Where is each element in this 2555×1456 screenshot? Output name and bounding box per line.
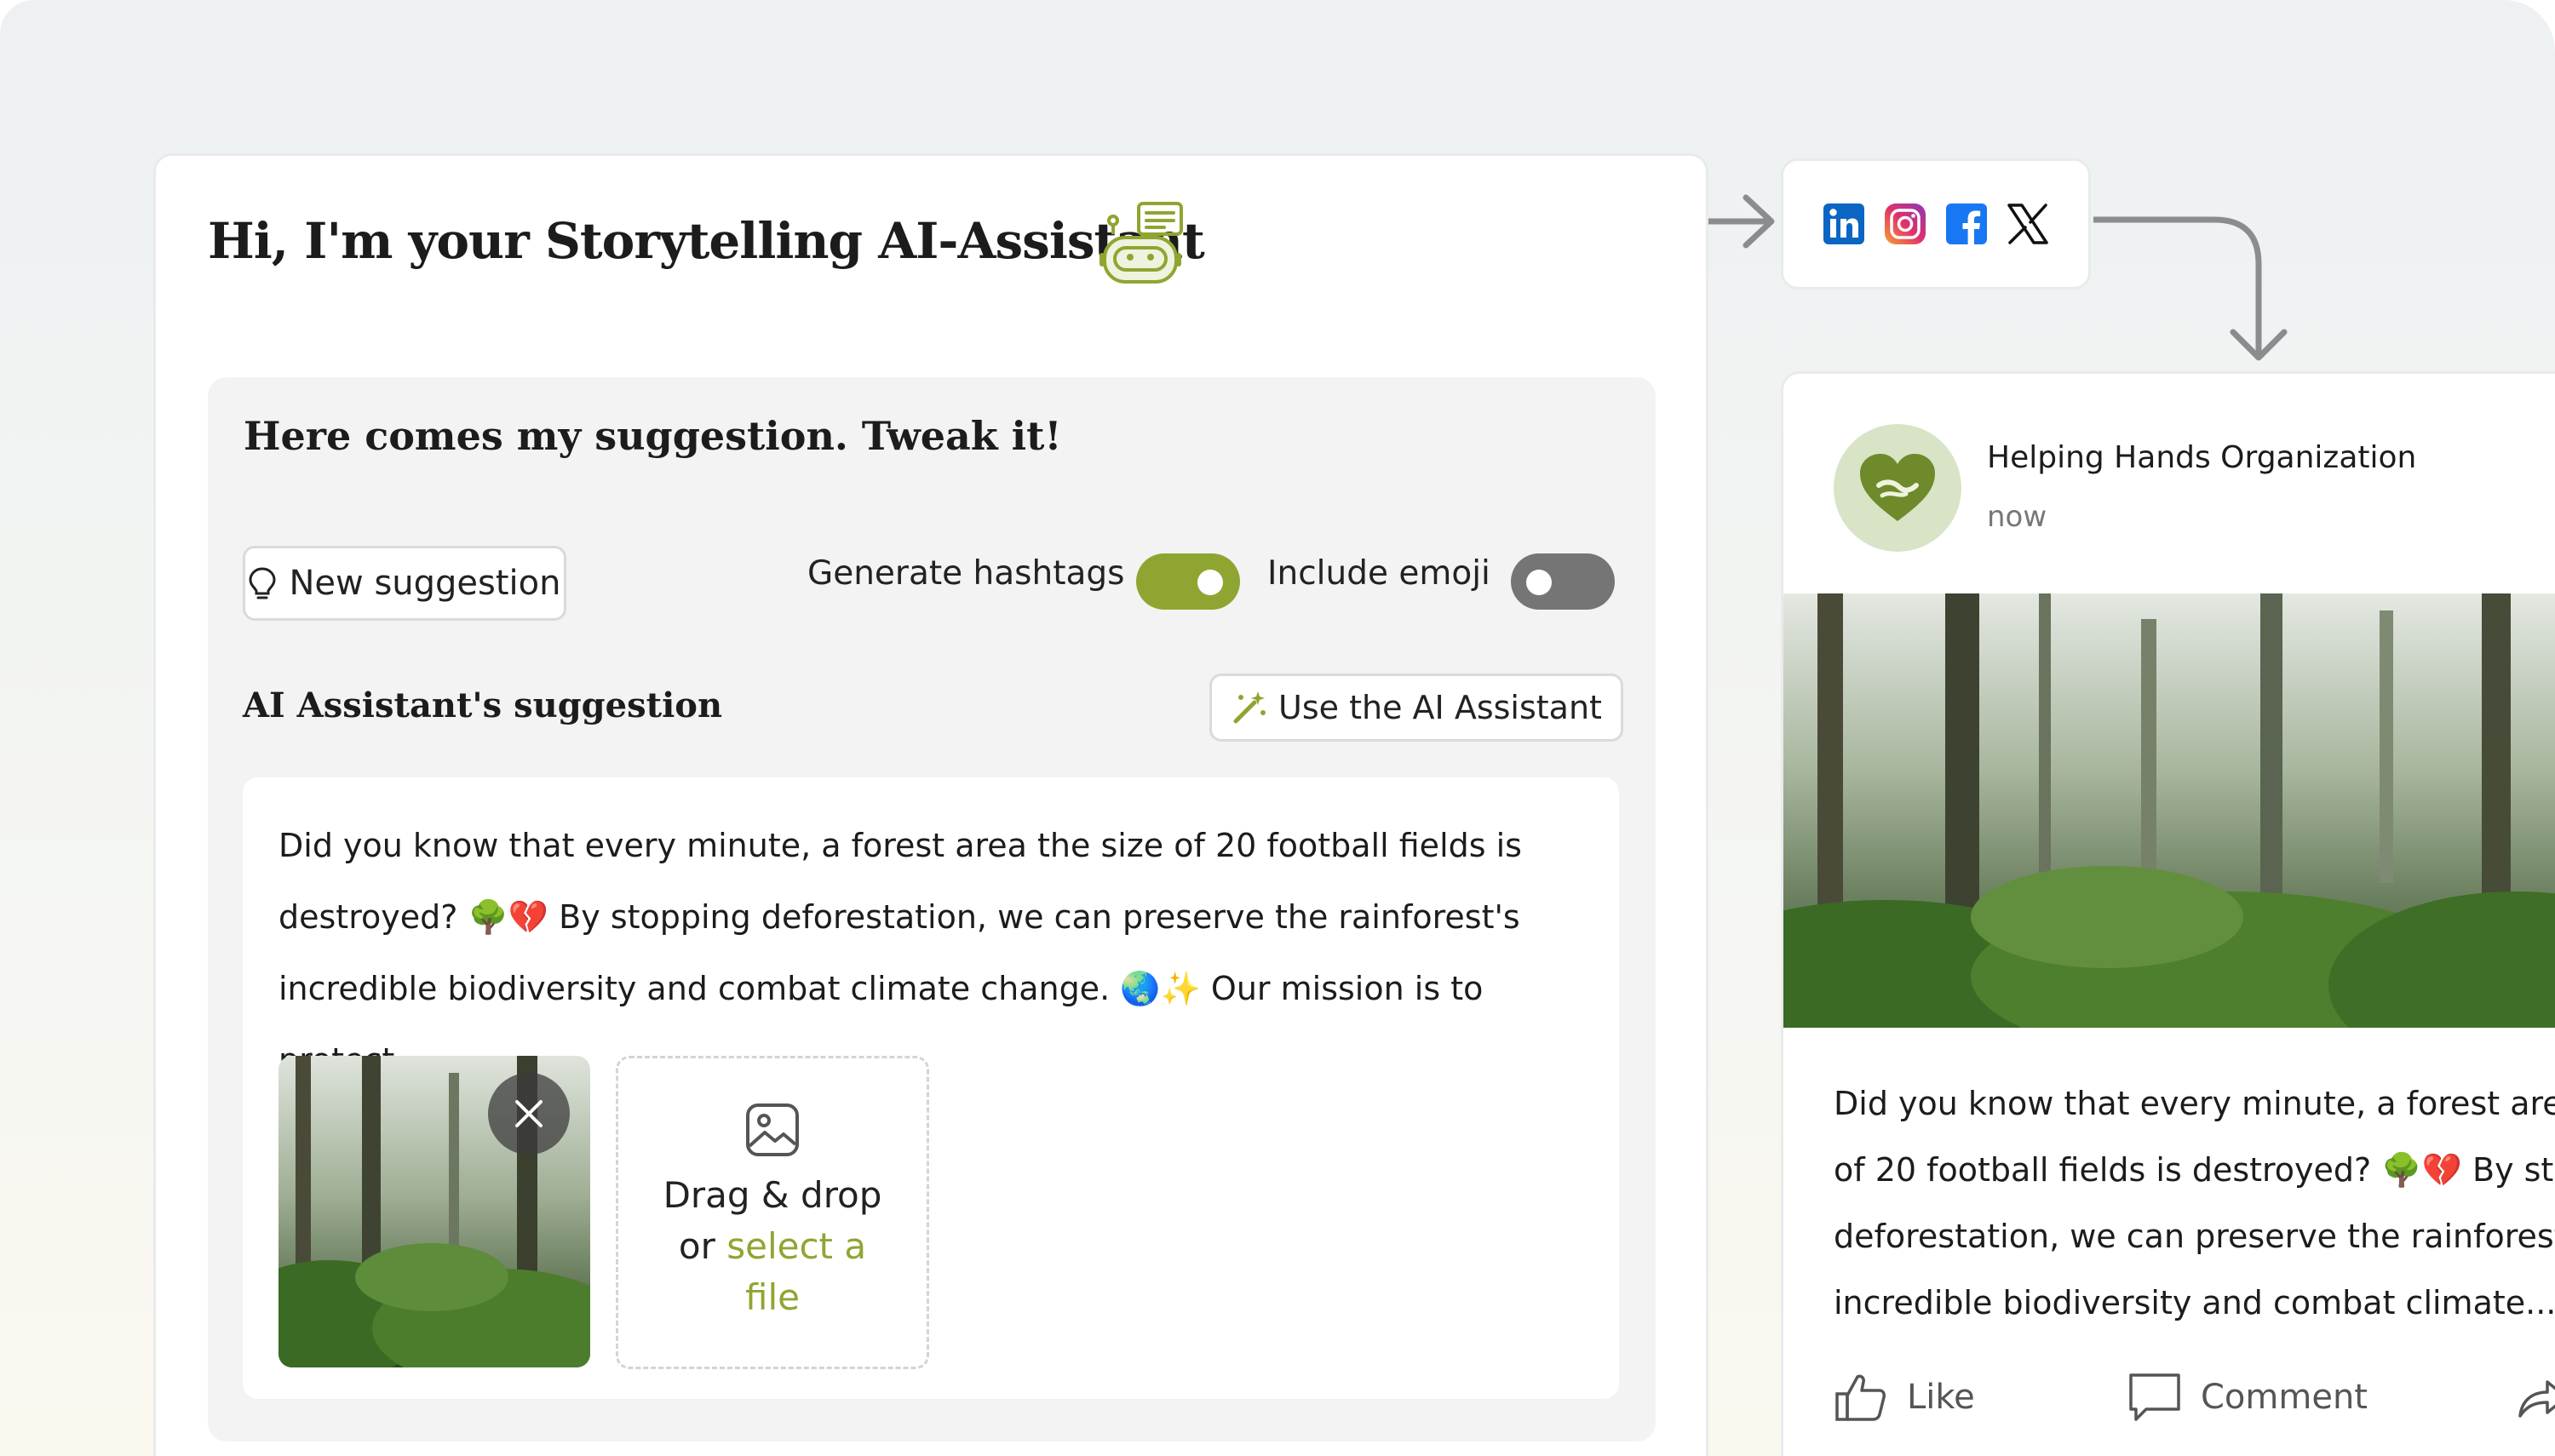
social-network-selector [1781, 158, 2091, 289]
generate-hashtags-label: Generate hashtags [807, 554, 1125, 593]
linkedin-icon[interactable] [1822, 202, 1866, 246]
include-emoji-toggle[interactable] [1511, 553, 1615, 610]
select-file-link[interactable]: select a file [726, 1225, 866, 1318]
post-text-line: deforestation, we can preserve the rainf… [1834, 1218, 2555, 1255]
helping-hands-heart-logo [1860, 454, 1935, 521]
thumbs-up-icon [1835, 1374, 1886, 1421]
generate-hashtags-toggle[interactable] [1136, 553, 1240, 610]
canvas: Hi, I'm your Storytelling AI-Assistant H… [0, 0, 2555, 1456]
close-icon [515, 1100, 543, 1127]
share-button[interactable] [2515, 1370, 2555, 1424]
organization-avatar [1834, 424, 1961, 552]
magic-wand-icon [1233, 691, 1266, 724]
comment-label: Comment [2201, 1378, 2368, 1417]
remove-image-button[interactable] [488, 1073, 570, 1155]
facebook-icon[interactable] [1944, 202, 1989, 246]
comment-button[interactable]: Comment [2127, 1370, 2368, 1424]
like-button[interactable]: Like [1834, 1370, 1975, 1424]
organization-name: Helping Hands Organization [1987, 440, 2417, 475]
image-dropzone[interactable]: Drag & drop or select a file [616, 1056, 929, 1369]
post-text-line: incredible biodiversity and combat clima… [1834, 1284, 2555, 1321]
suggestion-heading: Here comes my suggestion. Tweak it! [244, 413, 1062, 459]
share-icon [2518, 1380, 2555, 1418]
post-image-rainforest [1783, 593, 2555, 1028]
use-ai-assistant-label: Use the AI Assistant [1278, 689, 1602, 726]
toggle-knob [1526, 570, 1552, 595]
post-preview-card: Helping Hands Organization now Did you k… [1781, 371, 2555, 1456]
dropzone-line-2: or select a file [670, 1221, 875, 1323]
ai-suggestion-heading: AI Assistant's suggestion [243, 685, 723, 725]
include-emoji-label: Include emoji [1267, 554, 1490, 593]
suggestion-box: Here comes my suggestion. Tweak it! New … [208, 377, 1656, 1442]
assistant-panel: Hi, I'm your Storytelling AI-Assistant H… [153, 153, 1708, 1456]
suggestion-card: Did you know that every minute, a forest… [243, 777, 1619, 1399]
assistant-title: Hi, I'm your Storytelling AI-Assistant [208, 212, 1205, 270]
like-label: Like [1907, 1378, 1975, 1417]
toggle-knob [1197, 570, 1223, 595]
dropzone-or-text: or [678, 1225, 727, 1267]
dropzone-line-1: Drag & drop [663, 1174, 882, 1216]
post-text-line: Did you know that every minute, a forest… [1834, 1085, 2555, 1122]
post-text-line: of 20 football fields is destroyed? 🌳💔 B… [1834, 1151, 2555, 1189]
post-timestamp: now [1987, 500, 2047, 534]
x-twitter-icon[interactable] [2006, 202, 2050, 246]
suggestion-text[interactable]: Did you know that every minute, a forest… [278, 810, 1590, 1096]
comment-icon [2129, 1373, 2180, 1421]
image-upload-icon [746, 1103, 799, 1156]
post-text: Did you know that every minute, a forest… [1834, 1070, 2555, 1336]
new-suggestion-button[interactable]: New suggestion [243, 546, 566, 621]
instagram-icon[interactable] [1883, 202, 1927, 246]
use-ai-assistant-button[interactable]: Use the AI Assistant [1209, 674, 1623, 742]
new-suggestion-label: New suggestion [289, 564, 561, 603]
attached-image [278, 1056, 590, 1367]
robot-assistant-icon [1100, 202, 1183, 284]
lightbulb-icon [249, 567, 276, 599]
